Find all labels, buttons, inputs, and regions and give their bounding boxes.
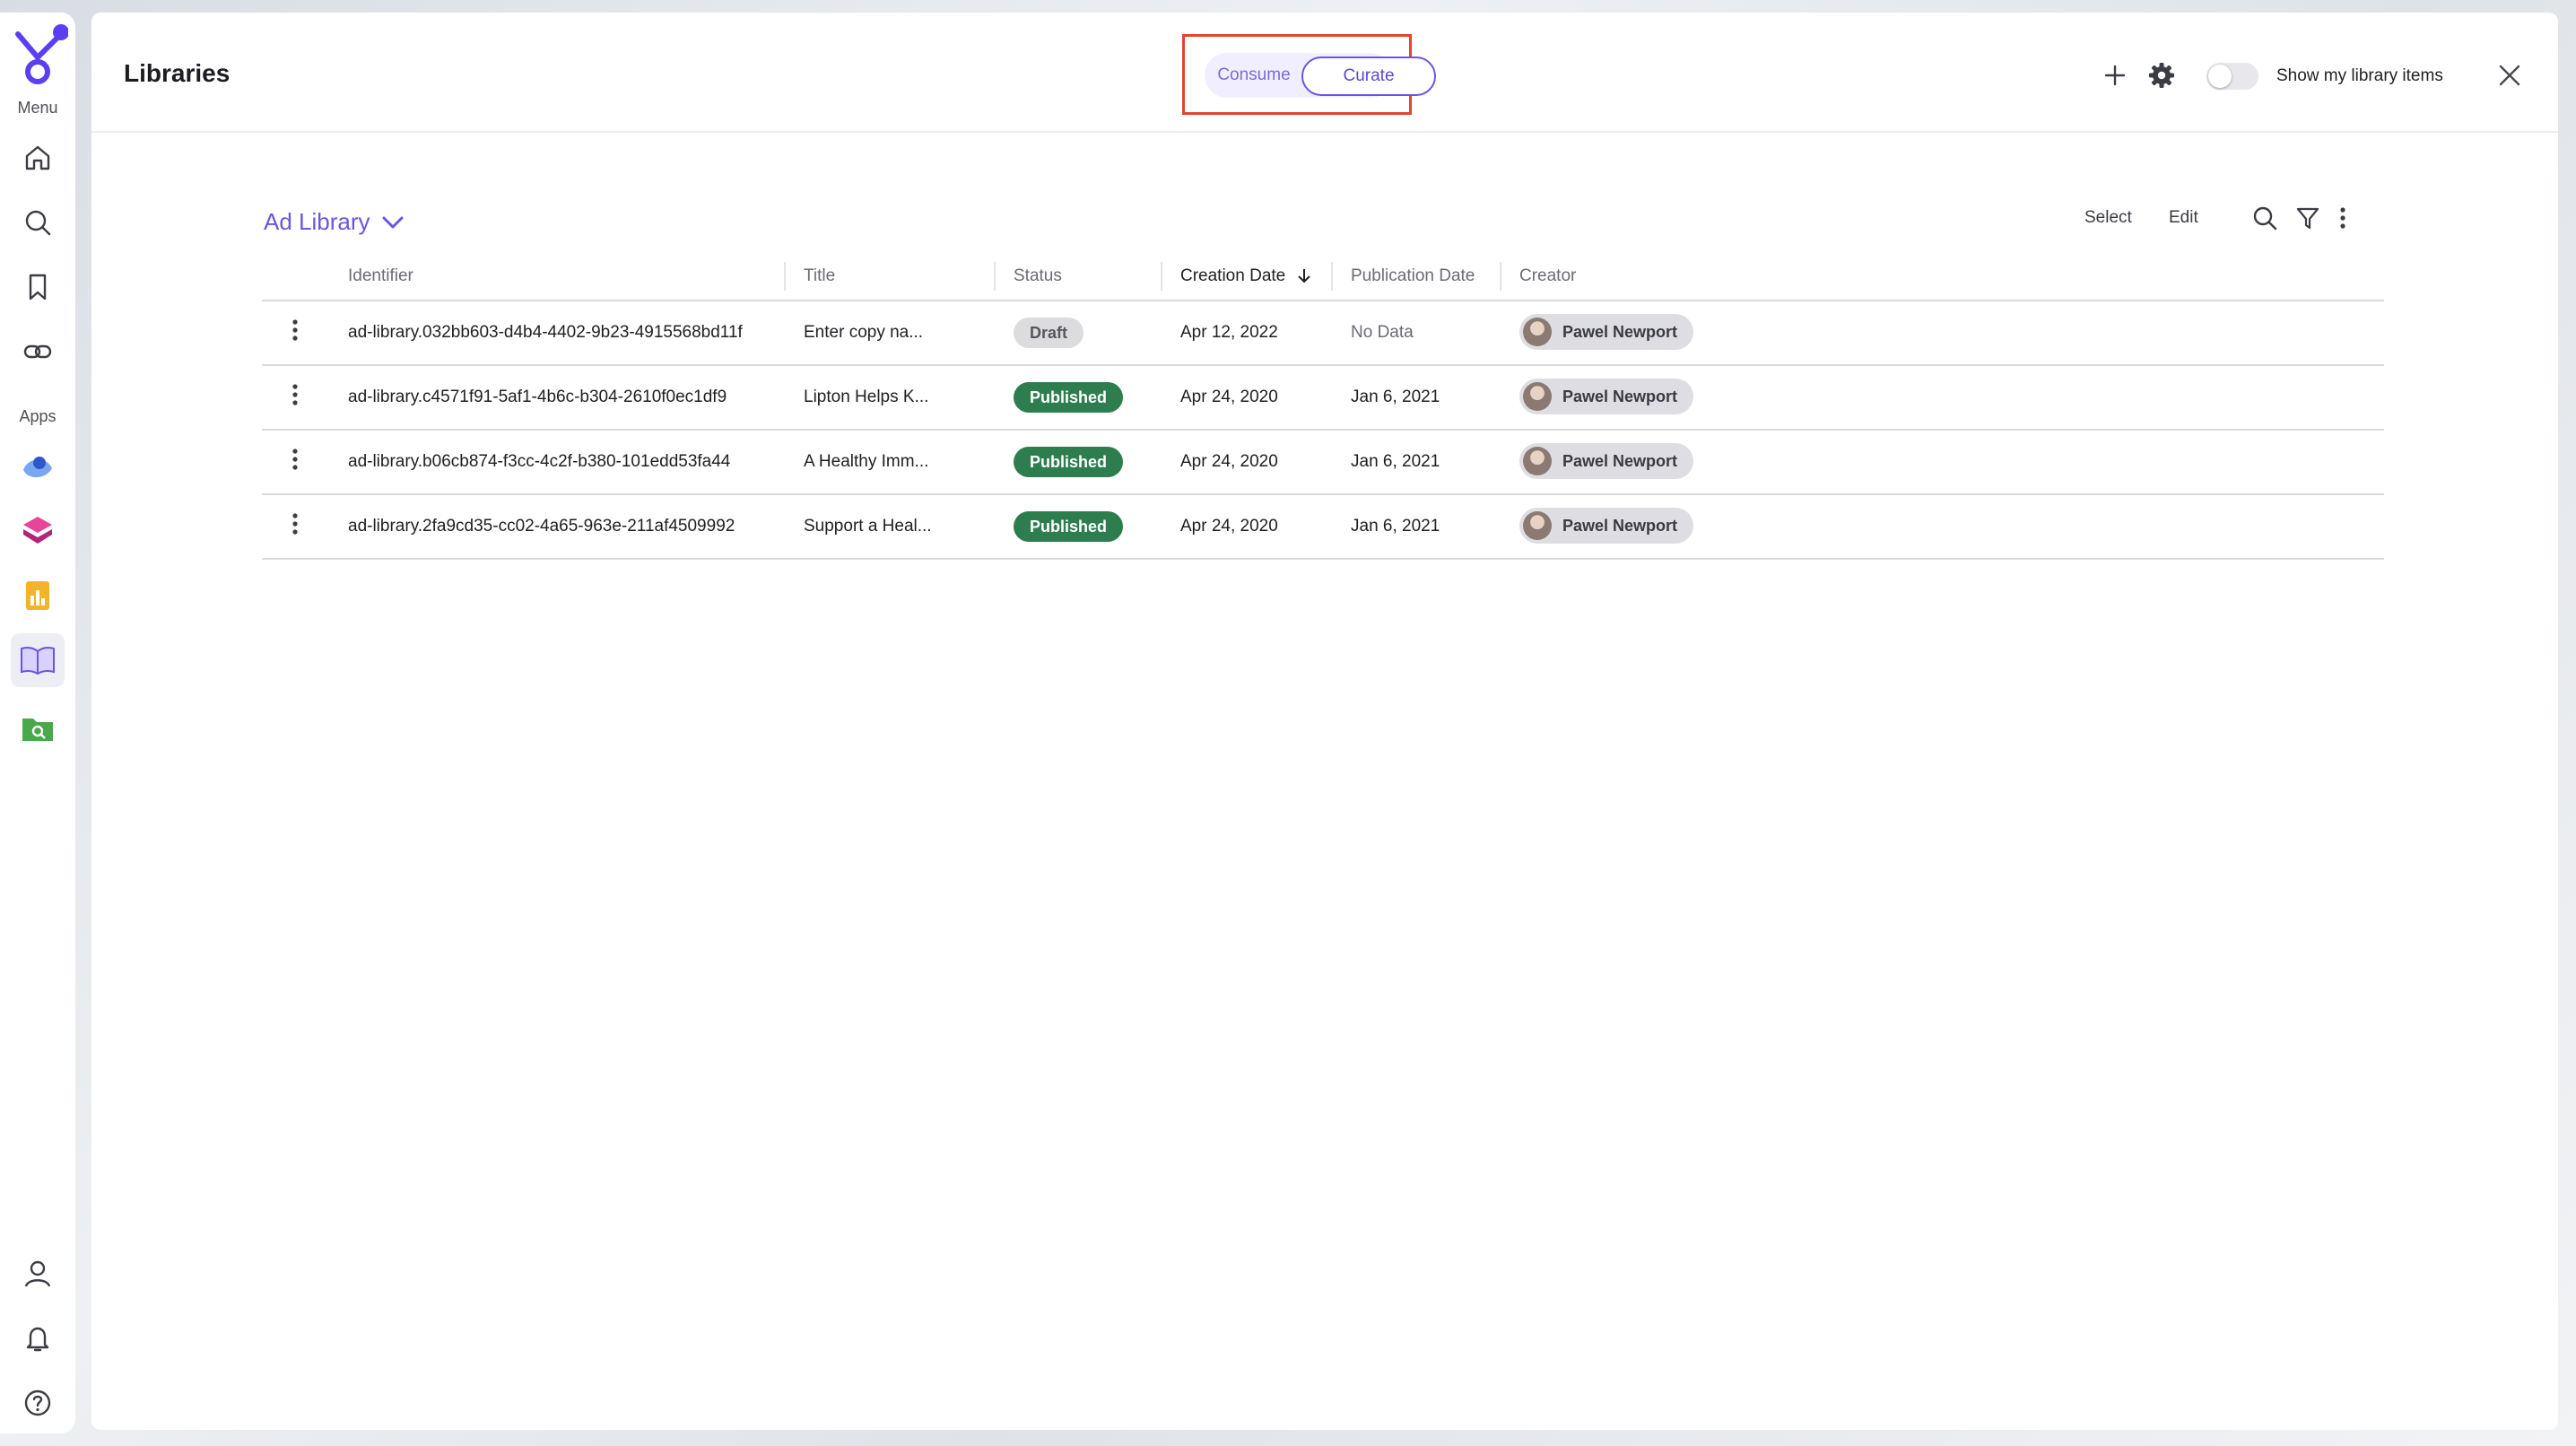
cell-status: Published (994, 494, 1161, 560)
cell-identifier: ad-library.2fa9cd35-cc02-4a65-963e-211af… (328, 494, 784, 560)
filter-icon[interactable] (2294, 205, 2321, 231)
help-icon[interactable] (18, 1383, 57, 1423)
show-my-items-label: Show my library items (2276, 66, 2443, 85)
libraries-panel: Libraries Consume Curate Show my library… (91, 13, 2558, 1430)
cell-publication-date: Jan 6, 2021 (1331, 365, 1500, 431)
app-pink-cube-icon[interactable] (18, 511, 57, 551)
row-menu-icon[interactable] (262, 301, 328, 366)
gear-icon[interactable] (2147, 61, 2176, 90)
cell-identifier: ad-library.c4571f91-5af1-4b6c-b304-2610f… (328, 365, 784, 431)
page-title: Libraries (124, 59, 231, 87)
column-header-identifier[interactable]: Identifier (328, 253, 784, 301)
mode-toggle-highlight: Consume Curate (1182, 34, 1436, 115)
status-badge: Published (1014, 511, 1124, 542)
more-options-icon[interactable] (2334, 205, 2352, 231)
consume-mode-option[interactable]: Consume (1208, 57, 1300, 94)
mode-toggle[interactable]: Consume Curate (1205, 53, 1436, 98)
cell-creation-date: Apr 24, 2020 (1161, 430, 1331, 495)
link-icon[interactable] (18, 332, 57, 371)
cell-title: Lipton Helps K... (784, 365, 994, 431)
left-rail: Menu Apps (0, 13, 75, 1433)
app-logo-icon[interactable] (7, 22, 68, 88)
table-row[interactable]: ad-library.2fa9cd35-cc02-4a65-963e-211af… (262, 494, 2384, 560)
bookmark-icon[interactable] (18, 267, 57, 307)
cell-creator: Pawel Newport (1500, 430, 2384, 495)
app-folder-search-icon[interactable] (18, 709, 57, 748)
user-icon[interactable] (18, 1254, 57, 1294)
bell-icon[interactable] (18, 1319, 57, 1358)
cell-creator: Pawel Newport (1500, 365, 2384, 431)
table-row[interactable]: ad-library.b06cb874-f3cc-4c2f-b380-101ed… (262, 430, 2384, 495)
status-badge: Draft (1014, 318, 1084, 348)
add-icon[interactable] (2101, 61, 2129, 90)
status-badge: Published (1014, 447, 1124, 477)
cell-identifier: ad-library.032bb603-d4b4-4402-9b23-49155… (328, 301, 784, 366)
column-header-creation-date[interactable]: Creation Date (1161, 253, 1331, 301)
table-row[interactable]: ad-library.c4571f91-5af1-4b6c-b304-2610f… (262, 365, 2384, 431)
close-icon[interactable] (2495, 61, 2524, 90)
creator-chip[interactable]: Pawel Newport (1519, 443, 1694, 479)
creator-chip[interactable]: Pawel Newport (1519, 379, 1694, 414)
cell-creation-date: Apr 24, 2020 (1161, 365, 1331, 431)
cell-status: Published (994, 430, 1161, 495)
column-header-title[interactable]: Title (784, 253, 994, 301)
select-button[interactable]: Select (2084, 208, 2132, 228)
table-search-icon[interactable] (2251, 205, 2278, 231)
row-menu-icon[interactable] (262, 494, 328, 560)
edit-button[interactable]: Edit (2169, 208, 2198, 228)
home-icon[interactable] (18, 138, 57, 178)
sort-descending-icon (1297, 269, 1310, 283)
creator-chip[interactable]: Pawel Newport (1519, 314, 1694, 350)
cell-publication-date: No Data (1331, 301, 1500, 366)
app-blue-swirl-icon[interactable] (18, 447, 57, 486)
cell-title: Support a Heal... (784, 494, 994, 560)
switch-knob (2208, 65, 2232, 88)
cell-publication-date: Jan 6, 2021 (1331, 430, 1500, 495)
library-items-table: Identifier Title Status Creation Date Pu… (262, 253, 2384, 560)
chevron-down-icon (382, 216, 403, 228)
apps-label: Apps (19, 407, 57, 425)
row-menu-icon[interactable] (262, 430, 328, 495)
table-header-row: Identifier Title Status Creation Date Pu… (262, 253, 2384, 301)
app-bar-chart-icon[interactable] (18, 576, 57, 615)
table-row[interactable]: ad-library.032bb603-d4b4-4402-9b23-49155… (262, 301, 2384, 366)
cell-status: Published (994, 365, 1161, 431)
menu-label: Menu (17, 99, 58, 117)
cell-creator: Pawel Newport (1500, 301, 2384, 366)
cell-creation-date: Apr 24, 2020 (1161, 494, 1331, 560)
creator-chip[interactable]: Pawel Newport (1519, 508, 1694, 544)
show-my-items-switch[interactable] (2206, 63, 2258, 90)
cell-creator: Pawel Newport (1500, 494, 2384, 560)
cell-status: Draft (994, 301, 1161, 366)
avatar (1523, 447, 1552, 475)
library-selector[interactable]: Ad Library (264, 208, 405, 236)
curate-mode-option[interactable]: Curate (1301, 57, 1436, 96)
column-header-creator[interactable]: Creator (1500, 253, 2384, 301)
search-icon[interactable] (18, 203, 57, 242)
cell-publication-date: Jan 6, 2021 (1331, 494, 1500, 560)
column-header-publication-date[interactable]: Publication Date (1331, 253, 1500, 301)
column-header-status[interactable]: Status (994, 253, 1161, 301)
panel-header: Libraries Consume Curate Show my library… (91, 13, 2558, 133)
cell-identifier: ad-library.b06cb874-f3cc-4c2f-b380-101ed… (328, 430, 784, 495)
avatar (1523, 382, 1552, 411)
cell-creation-date: Apr 12, 2022 (1161, 301, 1331, 366)
avatar (1523, 318, 1552, 346)
cell-title: A Healthy Imm... (784, 430, 994, 495)
avatar (1523, 511, 1552, 540)
app-library-book-icon[interactable] (11, 633, 65, 687)
library-name: Ad Library (264, 208, 370, 235)
status-badge: Published (1014, 382, 1124, 413)
row-menu-icon[interactable] (262, 365, 328, 431)
cell-title: Enter copy na... (784, 301, 994, 366)
row-actions-header (262, 253, 328, 301)
